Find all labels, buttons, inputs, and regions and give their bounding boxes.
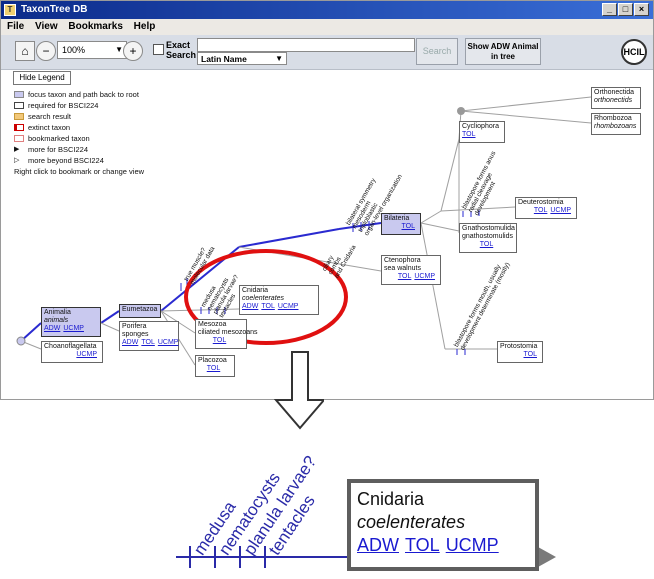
node-common-name: rhombozoans xyxy=(594,123,637,130)
tol-link[interactable]: TOL xyxy=(480,241,494,248)
node-gnathostomulida[interactable]: Gnathostomulida gnathostomulids TOL xyxy=(459,223,517,253)
adw-link[interactable]: ADW xyxy=(122,339,138,346)
down-arrow-icon xyxy=(274,351,324,430)
node-name: Cycliophora xyxy=(462,123,499,130)
tol-link[interactable]: TOL xyxy=(207,365,221,372)
node-ctenophora[interactable]: Ctenophora sea walnuts TOL UCMP xyxy=(381,255,441,285)
node-common-name: gnathostomulids xyxy=(462,233,513,240)
node-name: Rhombozoa xyxy=(594,115,632,122)
node-cycliophora[interactable]: Cycliophora TOL xyxy=(459,121,505,143)
tol-link[interactable]: TOL xyxy=(261,303,275,310)
tol-link[interactable]: TOL xyxy=(534,207,548,214)
node-common-name: sponges xyxy=(122,331,149,338)
adw-link[interactable]: ADW xyxy=(242,303,258,310)
tol-link[interactable]: TOL xyxy=(398,273,412,280)
node-common-name: ciliated mesozoans xyxy=(198,329,258,336)
node-name: Porifera xyxy=(122,323,147,330)
node-name: Deuterostomia xyxy=(518,199,564,206)
node-orthonectida[interactable]: Orthonectida orthonectids xyxy=(591,87,641,109)
tol-link[interactable]: TOL xyxy=(524,351,538,358)
taxontree-window: T TaxonTree DB _ □ × File View Bookmarks… xyxy=(0,0,654,400)
zoom-tol-link[interactable]: TOL xyxy=(405,535,440,555)
node-cnidaria[interactable]: Cnidaria coelenterates ADW TOL UCMP xyxy=(239,285,319,315)
zoom-adw-link[interactable]: ADW xyxy=(357,535,399,555)
node-placozoa[interactable]: Placozoa TOL xyxy=(195,355,235,377)
node-eumetazoa[interactable]: Eumetazoa xyxy=(119,304,161,318)
node-name: Ctenophora xyxy=(384,257,421,264)
zoom-node-cnidaria[interactable]: Cnidaria coelenterates ADW TOL UCMP xyxy=(347,479,539,571)
zoom-node-name: Cnidaria xyxy=(357,489,425,509)
node-common-name: animals xyxy=(44,317,69,324)
node-name: Bilateria xyxy=(384,215,410,222)
ucmp-link[interactable]: UCMP xyxy=(414,273,435,280)
node-porifera[interactable]: Porifera sponges ADW TOL UCMP xyxy=(119,321,179,351)
ucmp-link[interactable]: UCMP xyxy=(550,207,571,214)
tol-link[interactable]: TOL xyxy=(402,223,416,230)
node-animalia[interactable]: Animalia animals ADW UCMP xyxy=(41,307,101,337)
zoom-node-common-name: coelenterates xyxy=(357,512,466,532)
zoom-ucmp-link[interactable]: UCMP xyxy=(446,535,499,555)
node-choanoflagellata[interactable]: Choanoflagellata UCMP xyxy=(41,341,103,363)
node-name: Orthonectida xyxy=(594,89,635,96)
node-name: Protostomia xyxy=(500,343,538,350)
adw-link[interactable]: ADW xyxy=(44,325,60,332)
node-protostomia[interactable]: Protostomia TOL xyxy=(497,341,543,363)
tol-link[interactable]: TOL xyxy=(213,337,227,344)
node-name: Cnidaria xyxy=(242,287,269,294)
node-common-name: orthonectids xyxy=(594,97,633,104)
ucmp-link[interactable]: UCMP xyxy=(76,351,97,358)
tol-link[interactable]: TOL xyxy=(462,131,476,138)
node-rhombozoa[interactable]: Rhombozoa rhombozoans xyxy=(591,113,641,135)
node-name: Animalia xyxy=(44,309,71,316)
node-name: Gnathostomulida xyxy=(462,225,515,232)
node-name: Choanoflagellata xyxy=(44,343,97,350)
node-common-name: sea walnuts xyxy=(384,265,421,272)
node-common-name: coelenterates xyxy=(242,295,285,302)
node-deuterostomia[interactable]: Deuterostomia TOL UCMP xyxy=(515,197,577,219)
tol-link[interactable]: TOL xyxy=(141,339,155,346)
node-bilateria[interactable]: Bilateria TOL xyxy=(381,213,421,235)
ucmp-link[interactable]: UCMP xyxy=(63,325,84,332)
node-name: Mesozoa xyxy=(198,321,227,328)
node-name: Eumetazoa xyxy=(122,306,158,313)
node-mesozoa[interactable]: Mesozoa ciliated mesozoans TOL xyxy=(195,319,258,349)
ucmp-link[interactable]: UCMP xyxy=(278,303,299,310)
ucmp-link[interactable]: UCMP xyxy=(158,339,179,346)
node-name: Placozoa xyxy=(198,357,227,364)
